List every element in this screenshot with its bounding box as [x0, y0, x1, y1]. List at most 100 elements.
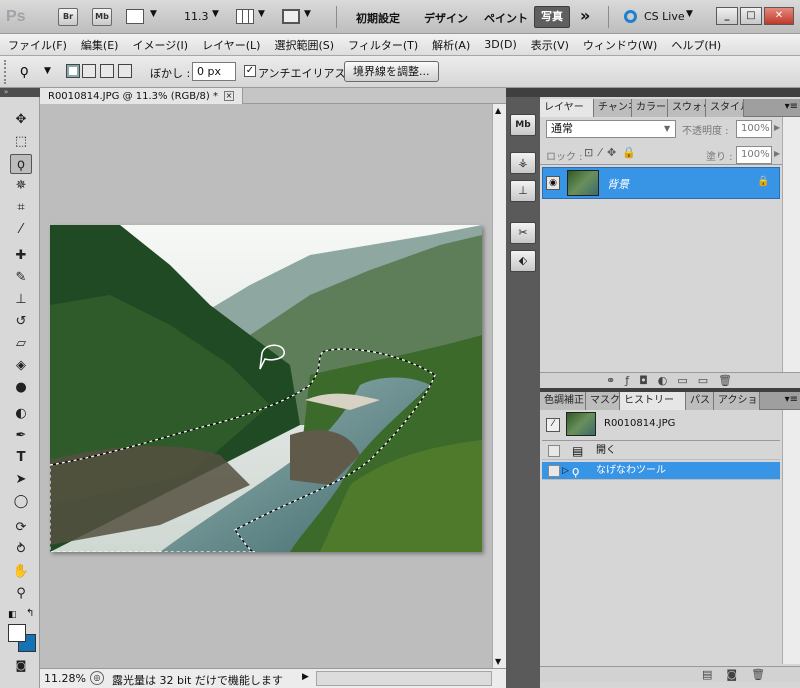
layer-name[interactable]: 背景 — [607, 176, 629, 192]
status-menu-arrow-icon[interactable]: ▶ — [302, 672, 309, 682]
tab-styles[interactable]: スタイル — [706, 99, 744, 117]
visibility-eye-icon[interactable]: ◉ — [546, 176, 560, 190]
tab-swatches[interactable]: スウォッチ — [668, 99, 706, 117]
blend-dropdown-icon[interactable]: ▼ — [664, 124, 670, 133]
fill-arrow-icon[interactable]: ▶ — [774, 149, 780, 158]
tab-actions[interactable]: アクション — [714, 392, 760, 410]
menu-3d[interactable]: 3D(D) — [484, 38, 517, 51]
lasso-preset-icon[interactable]: ϙ — [20, 63, 29, 79]
grip-handle[interactable] — [4, 60, 10, 84]
blur-tool-icon[interactable]: ● — [10, 378, 32, 398]
layers-scrollbar[interactable] — [782, 117, 800, 376]
scroll-down-icon[interactable]: ▼ — [495, 657, 501, 666]
shape-tool-icon[interactable]: ◯ — [10, 492, 32, 512]
menu-file[interactable]: ファイル(F) — [8, 37, 67, 53]
path-selection-tool-icon[interactable]: ➤ — [10, 470, 32, 490]
panels-header[interactable] — [540, 88, 800, 97]
crop-tool-icon[interactable]: ⌗ — [10, 198, 32, 218]
workspace-painting[interactable]: ペイント — [484, 10, 528, 26]
tool-presets-icon[interactable]: ✂ — [510, 222, 536, 244]
foreground-color-swatch[interactable] — [8, 624, 26, 642]
tools-panel-header[interactable]: » — [0, 88, 40, 97]
intersect-selection-icon[interactable] — [118, 64, 132, 78]
subtract-from-selection-icon[interactable] — [100, 64, 114, 78]
history-source-box[interactable] — [548, 445, 560, 457]
healing-brush-tool-icon[interactable]: ✚ — [10, 246, 32, 266]
arrange-documents-icon[interactable] — [236, 9, 254, 24]
scroll-up-icon[interactable]: ▲ — [495, 106, 501, 115]
tab-channels[interactable]: チャンネル — [594, 99, 632, 117]
status-info-icon[interactable]: ◎ — [90, 671, 104, 685]
3d-panel-icon[interactable]: ⬖ — [510, 250, 536, 272]
move-tool-icon[interactable]: ✥ — [10, 110, 32, 130]
history-item-lasso[interactable]: ▷ ϙ なげなわツール — [542, 462, 780, 480]
zoom-dropdown-icon[interactable]: ▼ — [212, 9, 219, 19]
horizontal-scrollbar[interactable] — [316, 671, 492, 686]
feather-input[interactable]: 0 px — [192, 62, 236, 81]
brush-tool-icon[interactable]: ✎ — [10, 268, 32, 288]
menu-select[interactable]: 選択範囲(S) — [274, 37, 334, 53]
history-scrollbar[interactable] — [782, 410, 800, 664]
menu-layer[interactable]: レイヤー(L) — [202, 37, 260, 53]
menu-image[interactable]: イメージ(I) — [132, 37, 188, 53]
blend-mode-select[interactable]: 通常 — [546, 120, 676, 138]
menu-view[interactable]: 表示(V) — [531, 37, 569, 53]
mini-bridge-panel-icon[interactable]: Mb — [510, 114, 536, 136]
screen-mode-icon[interactable] — [282, 9, 300, 24]
chevron-down-icon[interactable]: ▼ — [150, 9, 157, 19]
zoom-tool-icon[interactable]: ⚲ — [10, 584, 32, 604]
3d-rotate-tool-icon[interactable]: ⟳ — [10, 518, 32, 538]
history-item-open[interactable]: ▤ 開く — [542, 442, 780, 460]
menu-window[interactable]: ウィンドウ(W) — [583, 37, 657, 53]
tab-layers[interactable]: レイヤー — [540, 99, 594, 117]
clone-source-icon[interactable]: ⊥ — [510, 180, 536, 202]
clone-stamp-tool-icon[interactable]: ⊥ — [10, 290, 32, 310]
menu-edit[interactable]: 編集(E) — [81, 37, 119, 53]
mini-bridge-button[interactable]: Mb — [92, 8, 112, 26]
dock-header[interactable] — [506, 88, 540, 97]
opacity-input[interactable]: 100% — [736, 120, 772, 138]
preset-dropdown-icon[interactable]: ▼ — [44, 66, 51, 76]
history-brush-tool-icon[interactable]: ↺ — [10, 312, 32, 332]
tab-masks[interactable]: マスク — [586, 392, 620, 410]
menu-help[interactable]: ヘルプ(H) — [671, 37, 721, 53]
history-source-box[interactable] — [548, 465, 560, 477]
eyedropper-tool-icon[interactable]: ⁄ — [10, 220, 32, 240]
close-document-icon[interactable]: × — [223, 91, 234, 101]
quick-mask-icon[interactable]: ◙ — [10, 656, 32, 676]
panel-menu-icon[interactable]: ▾≡ — [785, 101, 798, 112]
more-workspaces-icon[interactable]: » — [580, 6, 590, 25]
default-colors-icon[interactable]: ◧ — [8, 610, 17, 620]
history-actions-icons[interactable]: ▤◙🗑 — [702, 668, 779, 681]
menu-filter[interactable]: フィルター(T) — [348, 37, 418, 53]
marquee-tool-icon[interactable]: ⬚ — [10, 132, 32, 152]
canvas-photo[interactable] — [50, 225, 482, 552]
screen-mode-dropdown-icon[interactable]: ▼ — [304, 9, 311, 19]
vertical-scrollbar[interactable]: ▲ ▼ — [492, 104, 506, 668]
antialias-checkbox[interactable]: ✓ — [244, 65, 256, 77]
layer-actions-icons[interactable]: ⚭ƒ◘◐▭▭🗑 — [606, 374, 742, 387]
workspace-photography[interactable]: 写真 — [534, 6, 570, 28]
fill-input[interactable]: 100% — [736, 146, 772, 164]
swap-colors-icon[interactable]: ↰ — [26, 608, 34, 619]
lock-icons[interactable]: ⊡⁄✥🔒 — [584, 146, 642, 159]
opacity-arrow-icon[interactable]: ▶ — [774, 123, 780, 132]
new-selection-icon[interactable] — [66, 64, 80, 78]
zoom-level-value[interactable]: 11.3 — [184, 10, 209, 23]
bridge-button[interactable]: Br — [58, 8, 78, 26]
usb-device-icon[interactable]: ⚶ — [510, 152, 536, 174]
history-menu-icon[interactable]: ▾≡ — [785, 394, 798, 405]
paint-bucket-tool-icon[interactable]: ◈ — [10, 356, 32, 376]
zoom-percentage[interactable]: 11.28% — [44, 672, 86, 685]
cs-live-button[interactable]: CS Live — [644, 10, 685, 23]
workspace-essentials[interactable]: 初期設定 — [356, 10, 400, 26]
view-extras-icon[interactable] — [126, 9, 144, 24]
minimize-icon[interactable]: _ — [716, 7, 738, 25]
snapshot-source-icon[interactable]: ⁄ — [546, 418, 560, 432]
image-canvas[interactable] — [50, 225, 482, 552]
hand-tool-icon[interactable]: ✋ — [10, 562, 32, 582]
lasso-tool-icon[interactable]: ϙ — [10, 154, 32, 174]
menu-analysis[interactable]: 解析(A) — [432, 37, 470, 53]
maximize-icon[interactable]: □ — [740, 7, 762, 25]
3d-orbit-tool-icon[interactable]: ⥁ — [10, 540, 32, 560]
